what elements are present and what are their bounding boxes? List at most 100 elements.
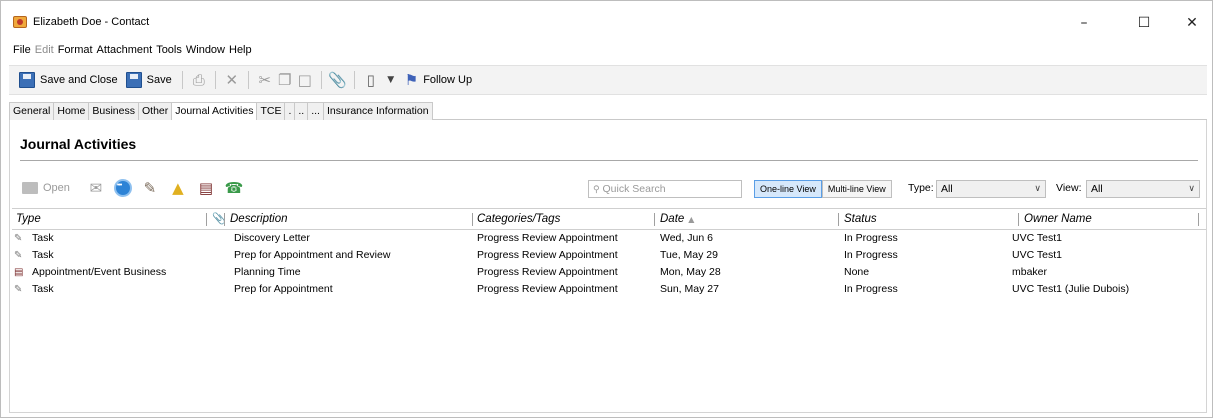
toolbar-separator (247, 71, 249, 89)
tab-insurance-information[interactable]: Insurance Information (322, 102, 433, 120)
save-label: Save (146, 74, 172, 86)
tab-dot-3[interactable]: ... (307, 102, 324, 120)
multi-line-view-button[interactable]: Multi-line View (821, 180, 892, 198)
save-and-close-button[interactable]: Save and Close (15, 68, 122, 92)
floppy-disk-icon (19, 72, 35, 88)
menu-help[interactable]: Help (229, 44, 252, 60)
maximize-button[interactable]: ☐ (1129, 13, 1159, 33)
cell-owner: UVC Test1 (Julie Dubois) (1012, 283, 1130, 295)
view-filter-value: All (1091, 183, 1103, 195)
tab-other[interactable]: Other (137, 102, 173, 120)
email-icon[interactable]: ✉ (86, 179, 106, 197)
follow-up-button[interactable]: ⚑ Follow Up (401, 68, 476, 92)
column-header-description[interactable]: Description (230, 209, 288, 230)
new-call-icon[interactable]: ☎ (224, 179, 244, 197)
appointment-icon: ▤ (14, 267, 24, 278)
chevron-down-icon: ∨ (1034, 184, 1041, 194)
cell-status: In Progress (844, 232, 898, 244)
journal-activities-pane: Journal Activities Open ✉ ✎ ▲ ▤ ☎ ⚲ Quic… (9, 120, 1207, 413)
new-appointment-icon[interactable]: ▤ (196, 179, 216, 197)
cell-date: Sun, May 27 (660, 283, 719, 295)
journal-table: Type 📎 Description Categories/Tags Date ▲… (12, 208, 1206, 408)
menu-tools[interactable]: Tools (156, 44, 182, 60)
column-header-date-label: Date (660, 213, 685, 225)
quick-search-input[interactable]: ⚲ Quick Search (588, 180, 742, 198)
task-icon: ✎ (14, 284, 23, 295)
follow-up-label: Follow Up (423, 74, 473, 86)
contact-window: Elizabeth Doe - Contact – ☐ ✕ File Edit … (0, 0, 1213, 418)
cell-category: Progress Review Appointment (477, 283, 618, 295)
column-divider[interactable] (1018, 213, 1019, 226)
menu-edit[interactable]: Edit (35, 44, 54, 60)
column-divider[interactable] (838, 213, 839, 226)
new-task-icon[interactable]: ✎ (140, 179, 160, 197)
cell-description: Planning Time (234, 266, 301, 278)
cell-category: Progress Review Appointment (477, 266, 618, 278)
tab-tce[interactable]: TCE (256, 102, 286, 120)
task-icon: ✎ (14, 250, 23, 261)
cell-description: Discovery Letter (234, 232, 310, 244)
table-header: Type 📎 Description Categories/Tags Date ▲… (12, 208, 1206, 230)
tab-business[interactable]: Business (88, 102, 139, 120)
chevron-down-icon[interactable]: ▼ (381, 75, 401, 85)
tab-bar: General Home Business Other Journal Acti… (9, 102, 1207, 120)
chat-icon[interactable] (113, 179, 132, 197)
table-row[interactable]: ✎ Task Prep for Appointment and Review P… (12, 247, 1206, 264)
close-button[interactable]: ✕ (1177, 13, 1207, 33)
column-header-type[interactable]: Type (16, 209, 41, 230)
table-row[interactable]: ✎ Task Discovery Letter Progress Review … (12, 230, 1206, 247)
contact-app-icon (13, 16, 27, 28)
toolbar-separator (214, 71, 216, 89)
cell-category: Progress Review Appointment (477, 232, 618, 244)
save-button[interactable]: Save (122, 68, 176, 92)
flag-icon: ⚑ (404, 71, 419, 89)
column-divider[interactable] (224, 213, 225, 226)
type-filter-select[interactable]: All ∨ (936, 180, 1046, 198)
column-header-categories[interactable]: Categories/Tags (477, 209, 560, 230)
minimize-button[interactable]: – (1069, 13, 1099, 33)
print-icon[interactable]: ⎙ (189, 71, 209, 89)
tab-general[interactable]: General (9, 102, 55, 120)
one-line-view-button[interactable]: One-line View (754, 180, 822, 198)
cell-status: In Progress (844, 283, 898, 295)
attachment-icon[interactable]: 📎 (328, 71, 348, 89)
column-divider[interactable] (1198, 213, 1199, 226)
column-header-date[interactable]: Date ▲ (660, 209, 694, 230)
cell-owner: UVC Test1 (1012, 249, 1062, 261)
delete-icon[interactable]: ✕ (222, 71, 242, 89)
column-divider[interactable] (206, 213, 207, 226)
toolbar-separator (353, 71, 355, 89)
menu-window[interactable]: Window (186, 44, 225, 60)
table-row[interactable]: ✎ Task Prep for Appointment Progress Rev… (12, 281, 1206, 298)
task-icon: ✎ (14, 233, 23, 244)
menu-format[interactable]: Format (58, 44, 93, 60)
column-divider[interactable] (654, 213, 655, 226)
floppy-disk-icon (125, 72, 142, 88)
tab-dot-2[interactable]: .. (294, 102, 309, 120)
menu-file[interactable]: File (13, 44, 31, 60)
cell-type: Appointment/Event Business (32, 266, 167, 278)
type-filter-label: Type: (908, 182, 934, 194)
toolbar-separator (181, 71, 183, 89)
clipboard-icon[interactable]: ▯ (361, 71, 381, 89)
table-row[interactable]: ▤ Appointment/Event Business Planning Ti… (12, 264, 1206, 281)
action-bar: Open ✉ ✎ ▲ ▤ ☎ (22, 176, 244, 200)
copy-icon[interactable]: ❐ (275, 71, 295, 89)
paste-icon[interactable]: □ (295, 71, 315, 89)
cell-status: In Progress (844, 249, 898, 261)
tab-home[interactable]: Home (53, 102, 90, 120)
cut-icon[interactable]: ✂ (255, 71, 275, 89)
folder-icon (22, 182, 38, 194)
tab-journal-activities[interactable]: Journal Activities (171, 102, 258, 120)
cell-category: Progress Review Appointment (477, 249, 618, 261)
open-label: Open (43, 182, 70, 194)
cell-owner: mbaker (1012, 266, 1048, 278)
open-button[interactable]: Open (22, 182, 70, 194)
new-note-icon[interactable]: ▲ (168, 179, 188, 197)
column-header-status[interactable]: Status (844, 209, 877, 230)
toolbar: Save and Close Save ⎙ ✕ ✂ ❐ □ 📎 ▯ ▼ ⚑ Fo… (9, 65, 1207, 95)
menu-attachment[interactable]: Attachment (97, 44, 153, 60)
column-header-owner[interactable]: Owner Name (1024, 209, 1092, 230)
view-filter-select[interactable]: All ∨ (1086, 180, 1200, 198)
column-divider[interactable] (472, 213, 473, 226)
